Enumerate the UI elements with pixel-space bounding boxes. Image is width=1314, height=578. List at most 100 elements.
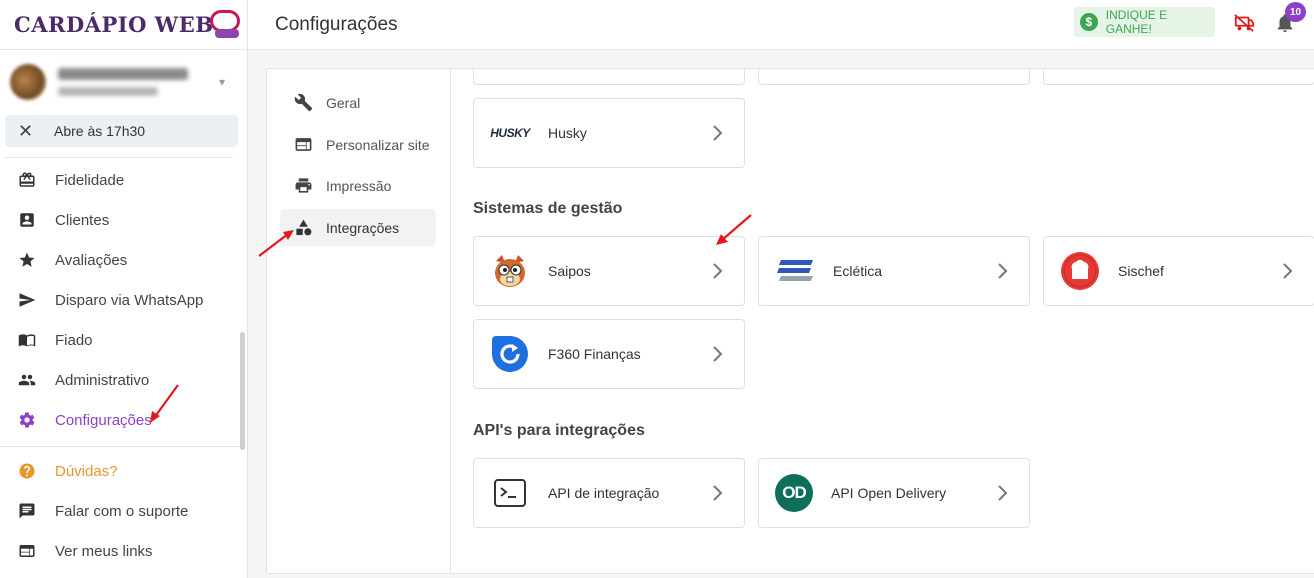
- sidebar-item-administrativo[interactable]: Administrativo: [0, 360, 247, 400]
- chevron-right-icon: [712, 124, 724, 147]
- referral-button[interactable]: $ INDIQUE E GANHE!: [1074, 7, 1215, 37]
- terminal-icon: [490, 473, 530, 513]
- sidebar-item-fidelidade[interactable]: Fidelidade: [0, 160, 247, 200]
- annotation-arrow: [716, 214, 752, 245]
- account-box-icon: [18, 211, 36, 229]
- store-avatar: [10, 64, 46, 100]
- wrench-icon: [293, 93, 313, 112]
- sidebar-nav: Fidelidade Clientes Avaliações Disparo v…: [0, 160, 247, 440]
- help-icon: [18, 462, 36, 480]
- sidebar-item-duvidas[interactable]: Dúvidas?: [0, 451, 247, 491]
- open-delivery-logo-icon: OD: [775, 474, 813, 512]
- chevron-right-icon: [712, 484, 724, 507]
- integration-card-saipos[interactable]: Saipos: [473, 236, 745, 306]
- sidebar: CARDÁPIO WEB ▾ ✕ Abre às 17h30 Fidelidad…: [0, 0, 248, 578]
- chevron-right-icon: [997, 484, 1009, 507]
- sidebar-item-label: Ver meus links: [55, 542, 153, 560]
- sidebar-item-suporte[interactable]: Falar com o suporte: [0, 491, 247, 531]
- open-delivery-logo-text: OD: [782, 483, 806, 502]
- store-selector[interactable]: ▾: [0, 50, 247, 114]
- settings-tab-label: Integrações: [326, 219, 400, 236]
- sidebar-item-label: Administrativo: [55, 371, 150, 389]
- f360-logo-icon: [490, 334, 530, 374]
- book-icon: [18, 331, 36, 349]
- annotation-arrow: [258, 230, 294, 257]
- sidebar-item-clientes[interactable]: Clientes: [0, 200, 247, 240]
- open-status-label: Abre às 17h30: [54, 123, 146, 139]
- sidebar-item-label: Avaliações: [55, 251, 128, 269]
- sidebar-item-label: Dúvidas?: [55, 462, 118, 480]
- integration-name: Eclética: [833, 263, 883, 279]
- settings-nav: Geral Personalizar site Impressão Integr…: [267, 69, 451, 573]
- annotation-arrow: [150, 384, 179, 423]
- integration-card-open-delivery[interactable]: OD API Open Delivery: [758, 458, 1030, 528]
- store-info: [58, 68, 188, 96]
- integration-card-sischef[interactable]: Sischef: [1043, 236, 1314, 306]
- close-icon[interactable]: ✕: [18, 121, 48, 142]
- page-title: Configurações: [275, 13, 398, 35]
- logo-text: CARDÁPIO WEB: [14, 12, 214, 37]
- dollar-icon: $: [1080, 13, 1098, 31]
- section-title-gestao: Sistemas de gestão: [473, 200, 623, 217]
- settings-tab-label: Geral: [326, 94, 361, 111]
- divider: [5, 157, 233, 158]
- saipos-logo-icon: [490, 251, 530, 291]
- store-name-blurred: [58, 68, 188, 80]
- integration-name: API de integração: [548, 485, 660, 501]
- gear-icon: [18, 411, 36, 429]
- sidebar-item-links[interactable]: Ver meus links: [0, 531, 247, 571]
- integration-name: F360 Finanças: [548, 346, 641, 362]
- logo-emblem-icon: [209, 9, 240, 38]
- integrations-content: HUSKY Husky Sistemas de gestão Saipos Ec…: [451, 69, 1314, 573]
- settings-tab-impressao[interactable]: Impressão: [280, 167, 436, 204]
- integration-name: Saipos: [548, 263, 591, 279]
- sidebar-item-configuracoes[interactable]: Configurações: [0, 400, 247, 440]
- integration-card-api[interactable]: API de integração: [473, 458, 745, 528]
- settings-panel: Geral Personalizar site Impressão Integr…: [266, 68, 1314, 574]
- integration-card-ecletica[interactable]: Eclética: [758, 236, 1030, 306]
- store-subtitle-blurred: [58, 87, 158, 96]
- settings-tab-geral[interactable]: Geral: [280, 84, 436, 121]
- integration-name: Husky: [548, 125, 587, 141]
- sischef-logo-icon: [1060, 251, 1100, 291]
- sidebar-footer-nav: Dúvidas? Falar com o suporte Ver meus li…: [0, 451, 247, 571]
- integration-card[interactable]: [1043, 69, 1314, 85]
- sidebar-item-label: Clientes: [55, 211, 110, 229]
- sidebar-item-label: Fidelidade: [55, 171, 125, 189]
- sidebar-item-fiado[interactable]: Fiado: [0, 320, 247, 360]
- chevron-right-icon: [712, 345, 724, 368]
- sidebar-item-label: Falar com o suporte: [55, 502, 189, 520]
- gift-icon: [18, 171, 36, 189]
- integration-card-husky[interactable]: HUSKY Husky: [473, 98, 745, 168]
- settings-tab-integracoes[interactable]: Integrações: [280, 209, 436, 246]
- sidebar-scrollbar[interactable]: [240, 332, 245, 450]
- top-bar: Configurações $ INDIQUE E GANHE! 10: [248, 0, 1314, 50]
- integration-card-f360[interactable]: F360 Finanças: [473, 319, 745, 389]
- integration-card[interactable]: [758, 69, 1030, 85]
- printer-icon: [293, 176, 313, 195]
- logo[interactable]: CARDÁPIO WEB: [0, 0, 247, 50]
- chevron-down-icon: ▾: [218, 75, 225, 89]
- sidebar-item-label: Disparo via WhatsApp: [55, 291, 204, 309]
- send-icon: [18, 291, 36, 309]
- delivery-off-icon[interactable]: [1233, 12, 1255, 39]
- divider: [0, 446, 247, 447]
- web-icon: [18, 542, 36, 560]
- star-icon: [18, 251, 36, 269]
- integration-card[interactable]: [473, 69, 745, 85]
- web-layout-icon: [293, 135, 313, 154]
- integration-name: API Open Delivery: [831, 485, 947, 501]
- notification-count-badge: 10: [1285, 2, 1306, 22]
- sidebar-item-avaliacoes[interactable]: Avaliações: [0, 240, 247, 280]
- sidebar-item-whatsapp[interactable]: Disparo via WhatsApp: [0, 280, 247, 320]
- settings-tab-personalizar[interactable]: Personalizar site: [280, 126, 436, 163]
- sidebar-item-label: Configurações: [55, 411, 152, 429]
- people-icon: [18, 371, 36, 389]
- chevron-right-icon: [997, 262, 1009, 285]
- section-title-api: API's para integrações: [473, 422, 645, 439]
- referral-label: INDIQUE E GANHE!: [1105, 8, 1168, 36]
- sidebar-item-label: Fiado: [55, 331, 93, 349]
- open-status-bar[interactable]: ✕ Abre às 17h30: [5, 115, 238, 147]
- settings-tab-label: Impressão: [326, 177, 392, 194]
- husky-logo-text: HUSKY: [490, 126, 530, 140]
